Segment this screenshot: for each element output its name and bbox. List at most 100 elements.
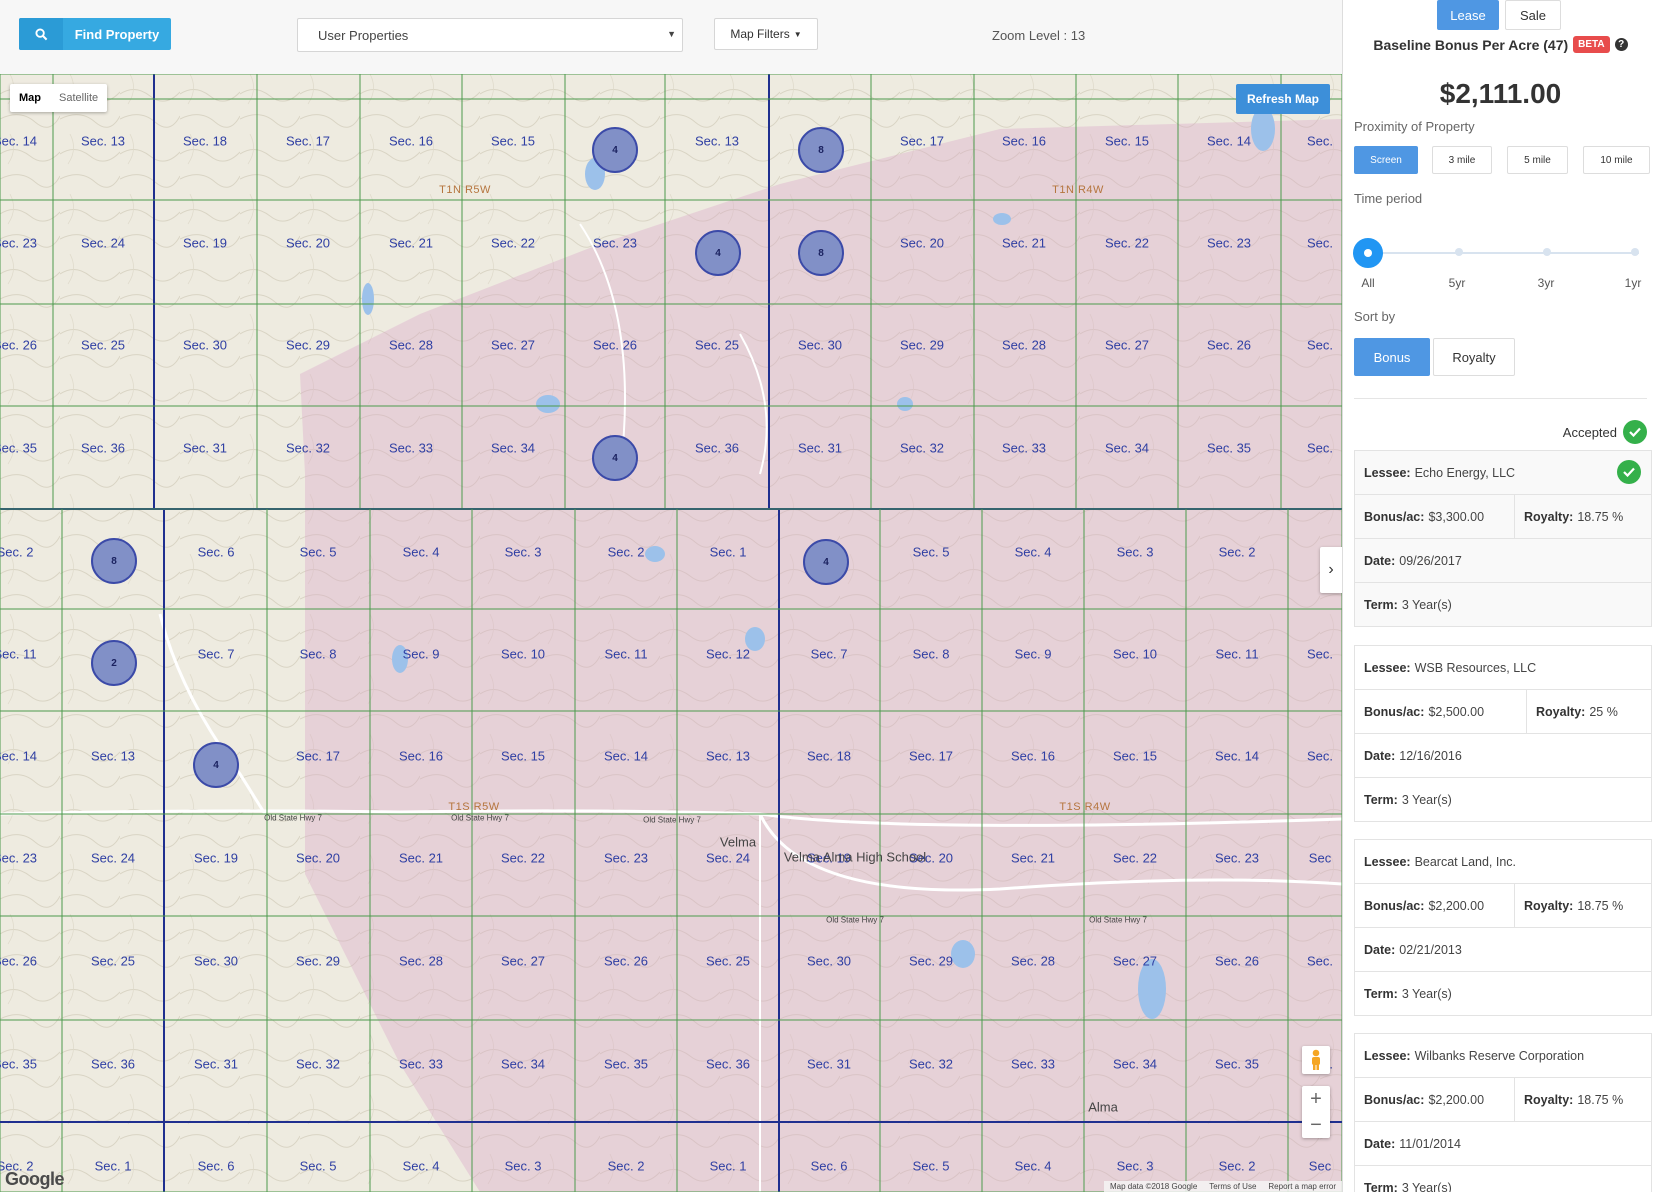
section-label: Sec. 13 [694, 133, 740, 149]
section-label: Sec. 25 [90, 953, 136, 969]
section-label: Sec. 21 [1001, 235, 1047, 251]
map-type-satellite-button[interactable]: Satellite [50, 84, 107, 112]
section-label: Sec. 14 [603, 748, 649, 764]
section-label: Sec. 29 [285, 337, 331, 353]
term-row: Term: 3 Year(s) [1355, 1166, 1651, 1192]
map-filters-button[interactable]: Map Filters ▼ [714, 18, 818, 50]
property-cluster-marker[interactable]: 4 [695, 230, 741, 276]
section-label: Sec. 20 [295, 850, 341, 866]
property-cluster-marker[interactable]: 4 [803, 539, 849, 585]
zoom-out-button[interactable]: − [1310, 1112, 1322, 1138]
time-period-slider-track[interactable] [1369, 252, 1639, 254]
accepted-filter[interactable]: Accepted [1563, 420, 1647, 444]
proximity-10-mile-button[interactable]: 10 mile [1583, 146, 1650, 174]
royalty-value: 25 % [1589, 704, 1618, 719]
section-label: Sec. 16 [388, 133, 434, 149]
section-label: Sec. 18 [182, 133, 228, 149]
find-property-button[interactable]: Find Property [19, 18, 171, 50]
section-label: Sec. 30 [182, 337, 228, 353]
property-select[interactable]: User Properties ▼ [297, 18, 683, 52]
bonus-value: $2,200.00 [1428, 898, 1485, 913]
search-icon [19, 18, 63, 50]
section-label: Sec. 7 [197, 646, 235, 662]
township-label: T1S R5W [448, 801, 500, 813]
section-label: Sec. 24 [705, 850, 751, 866]
section-label: Sec. 30 [193, 953, 239, 969]
property-cluster-marker[interactable]: 8 [798, 127, 844, 173]
bonus-cell: Bonus/ac: $2,500.00 [1355, 690, 1527, 733]
section-label: Sec. 15 [1104, 133, 1150, 149]
zoom-in-button[interactable]: + [1310, 1086, 1322, 1112]
property-cluster-marker[interactable]: 4 [592, 435, 638, 481]
sort-bonus-button[interactable]: Bonus [1354, 338, 1430, 376]
baseline-title: Baseline Bonus Per Acre (47) BETA ? [1343, 36, 1657, 53]
section-label: Sec. 26 [0, 337, 38, 353]
lessee-label: Lessee: [1364, 854, 1411, 869]
sort-royalty-button[interactable]: Royalty [1433, 338, 1515, 376]
lessee-row: Lessee: Bearcat Land, Inc. [1355, 840, 1651, 884]
proximity-3-mile-button[interactable]: 3 mile [1432, 146, 1492, 174]
royalty-cell: Royalty: 18.75 % [1515, 1078, 1623, 1121]
lease-card[interactable]: Lessee: Wilbanks Reserve Corporation Bonus… [1354, 1033, 1652, 1192]
section-label: Sec. 35 [603, 1056, 649, 1072]
section-label: Sec. 35 [1206, 440, 1252, 456]
expand-panel-button[interactable]: › [1320, 547, 1342, 593]
section-label: Sec. 8 [299, 646, 337, 662]
section-label: Sec. 1 [709, 544, 747, 560]
street-view-pegman-button[interactable] [1302, 1046, 1330, 1074]
royalty-value: 18.75 % [1577, 1092, 1624, 1107]
bonus-label: Bonus/ac: [1364, 898, 1425, 913]
property-cluster-marker[interactable]: 4 [193, 742, 239, 788]
lease-toggle[interactable]: Lease [1437, 0, 1499, 30]
property-cluster-marker[interactable]: 8 [798, 230, 844, 276]
lease-card[interactable]: Lessee: Echo Energy, LLC Bonus/ac: $3,300.0… [1354, 450, 1652, 627]
analytics-panel: Lease Sale Baseline Bonus Per Acre (47) … [1342, 0, 1657, 1192]
section-label: Sec. 33 [1010, 1056, 1056, 1072]
help-icon[interactable]: ? [1614, 38, 1628, 51]
sale-toggle[interactable]: Sale [1505, 0, 1561, 30]
proximity-5-mile-button[interactable]: 5 mile [1507, 146, 1568, 174]
section-label: Sec. 3 [504, 544, 542, 560]
section-label: Sec. 10 [500, 646, 546, 662]
lessee-row: Lessee: Echo Energy, LLC [1355, 451, 1651, 495]
section-label: Sec. 31 [193, 1056, 239, 1072]
section-label: Sec. [1306, 235, 1334, 251]
lease-card[interactable]: Lessee: WSB Resources, LLC Bonus/ac: $2,500… [1354, 645, 1652, 822]
section-label: Sec. 26 [1206, 337, 1252, 353]
bonus-value: $2,200.00 [1428, 1092, 1485, 1107]
section-label: Sec. 27 [490, 337, 536, 353]
map-type-map-button[interactable]: Map [10, 84, 50, 112]
divider [1354, 398, 1647, 399]
royalty-cell: Royalty: 18.75 % [1515, 884, 1623, 927]
property-cluster-marker[interactable]: 8 [91, 538, 137, 584]
section-label: Sec. 12 [705, 646, 751, 662]
section-label: Sec. 14 [0, 133, 38, 149]
map-canvas[interactable]: Sec. 14Sec. 13Sec. 18Sec. 17Sec. 16Sec. … [0, 74, 1342, 1192]
term-value: 3 Year(s) [1401, 986, 1452, 1001]
section-label: Sec. 31 [182, 440, 228, 456]
caret-down-icon: ▼ [793, 29, 802, 39]
section-label: Sec. 19 [193, 850, 239, 866]
lessee-label: Lessee: [1364, 465, 1411, 480]
top-toolbar: Find Property User Properties ▼ Map Filt… [0, 0, 1342, 75]
bonus-royalty-row: Bonus/ac: $2,200.00 Royalty: 18.75 % [1355, 1078, 1651, 1122]
property-cluster-marker[interactable]: 2 [91, 640, 137, 686]
section-label: Sec. [1306, 748, 1334, 764]
section-label: Sec. 22 [500, 850, 546, 866]
section-label: Sec. 17 [285, 133, 331, 149]
section-label: Sec. 18 [806, 748, 852, 764]
section-label: Sec. 36 [90, 1056, 136, 1072]
section-label: Sec. 28 [1010, 953, 1056, 969]
section-label: Sec. 35 [0, 1056, 38, 1072]
report-error-link[interactable]: Report a map error [1268, 1182, 1336, 1191]
proximity-screen-button[interactable]: Screen [1354, 146, 1418, 174]
property-cluster-marker[interactable]: 4 [592, 127, 638, 173]
section-label: Sec. 25 [705, 953, 751, 969]
zoom-level-text: Zoom Level : 13 [992, 28, 1086, 43]
map-attribution: Map data ©2018 Google Terms of Use Repor… [1103, 1181, 1342, 1192]
bonus-royalty-row: Bonus/ac: $3,300.00 Royalty: 18.75 % [1355, 495, 1651, 539]
time-period-slider-handle[interactable] [1353, 238, 1383, 268]
lease-card[interactable]: Lessee: Bearcat Land, Inc. Bonus/ac: $2,200… [1354, 839, 1652, 1016]
terms-of-use-link[interactable]: Terms of Use [1209, 1182, 1256, 1191]
refresh-map-button[interactable]: Refresh Map [1235, 84, 1330, 114]
